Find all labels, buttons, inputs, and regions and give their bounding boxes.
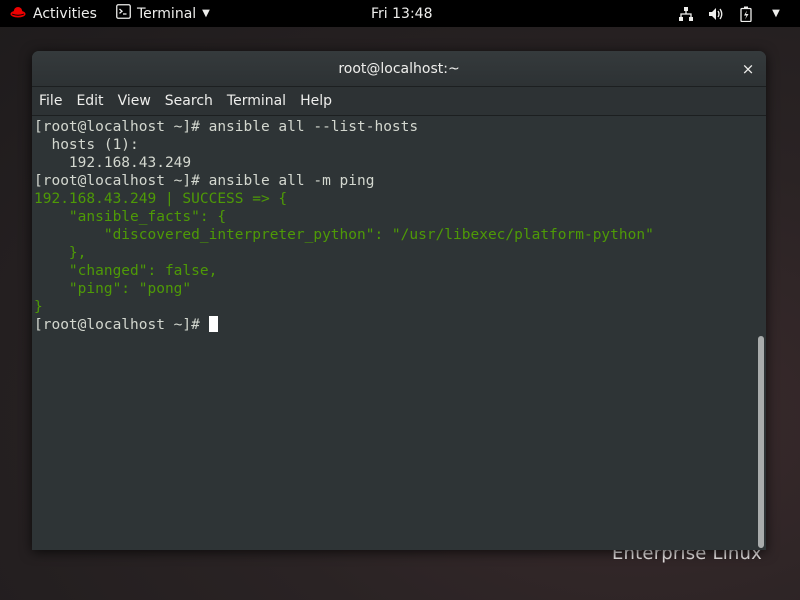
- window-title: root@localhost:~: [338, 60, 460, 77]
- network-icon: [678, 6, 694, 22]
- terminal-prompt-line[interactable]: [root@localhost ~]#: [34, 316, 755, 334]
- window-titlebar[interactable]: root@localhost:~ ×: [32, 51, 766, 87]
- volume-icon: [708, 6, 724, 22]
- terminal-line: "discovered_interpreter_python": "/usr/l…: [34, 227, 654, 243]
- chevron-down-icon: ▼: [772, 8, 780, 19]
- terminal-app-icon: [116, 4, 131, 23]
- activities-button[interactable]: Activities: [10, 0, 97, 27]
- menu-bar: File Edit View Search Terminal Help: [32, 87, 766, 116]
- menu-file[interactable]: File: [32, 87, 69, 116]
- terminal-prompt: [root@localhost ~]#: [34, 317, 209, 333]
- terminal-line: "ansible_facts": {: [34, 209, 227, 225]
- activities-label: Activities: [33, 5, 97, 22]
- system-tray[interactable]: ▼: [678, 0, 784, 27]
- app-menu-button[interactable]: Terminal ▼: [116, 0, 210, 27]
- battery-icon: [738, 6, 754, 22]
- clock[interactable]: Fri 13:48: [371, 0, 432, 27]
- menu-edit[interactable]: Edit: [69, 87, 110, 116]
- text-cursor: [208, 316, 218, 332]
- menu-help[interactable]: Help: [293, 87, 339, 116]
- close-icon[interactable]: ×: [739, 60, 757, 78]
- terminal-line: [root@localhost ~]# ansible all -m ping: [34, 173, 375, 189]
- menu-terminal[interactable]: Terminal: [220, 87, 293, 116]
- terminal-line: 192.168.43.249 | SUCCESS => {: [34, 191, 288, 207]
- app-menu-label: Terminal: [137, 5, 197, 22]
- terminal-line: },: [34, 245, 87, 261]
- terminal-line: "changed": false,: [34, 263, 218, 279]
- terminal-line: [root@localhost ~]# ansible all --list-h…: [34, 119, 419, 135]
- terminal-line: }: [34, 299, 43, 315]
- menu-search[interactable]: Search: [158, 87, 220, 116]
- terminal-line: 192.168.43.249: [34, 155, 192, 171]
- terminal-line: hosts (1):: [34, 137, 139, 153]
- terminal-output[interactable]: [root@localhost ~]# ansible all --list-h…: [32, 116, 755, 550]
- scrollbar[interactable]: [755, 116, 766, 550]
- top-bar: Activities Terminal ▼ Fri 13:48 ▼: [0, 0, 800, 27]
- redhat-logo-icon: [10, 5, 26, 23]
- terminal-window[interactable]: root@localhost:~ × File Edit View Search…: [32, 51, 766, 550]
- terminal-line: "ping": "pong": [34, 281, 192, 297]
- chevron-down-icon: ▼: [202, 8, 210, 19]
- scrollbar-thumb[interactable]: [758, 336, 764, 548]
- menu-view[interactable]: View: [111, 87, 158, 116]
